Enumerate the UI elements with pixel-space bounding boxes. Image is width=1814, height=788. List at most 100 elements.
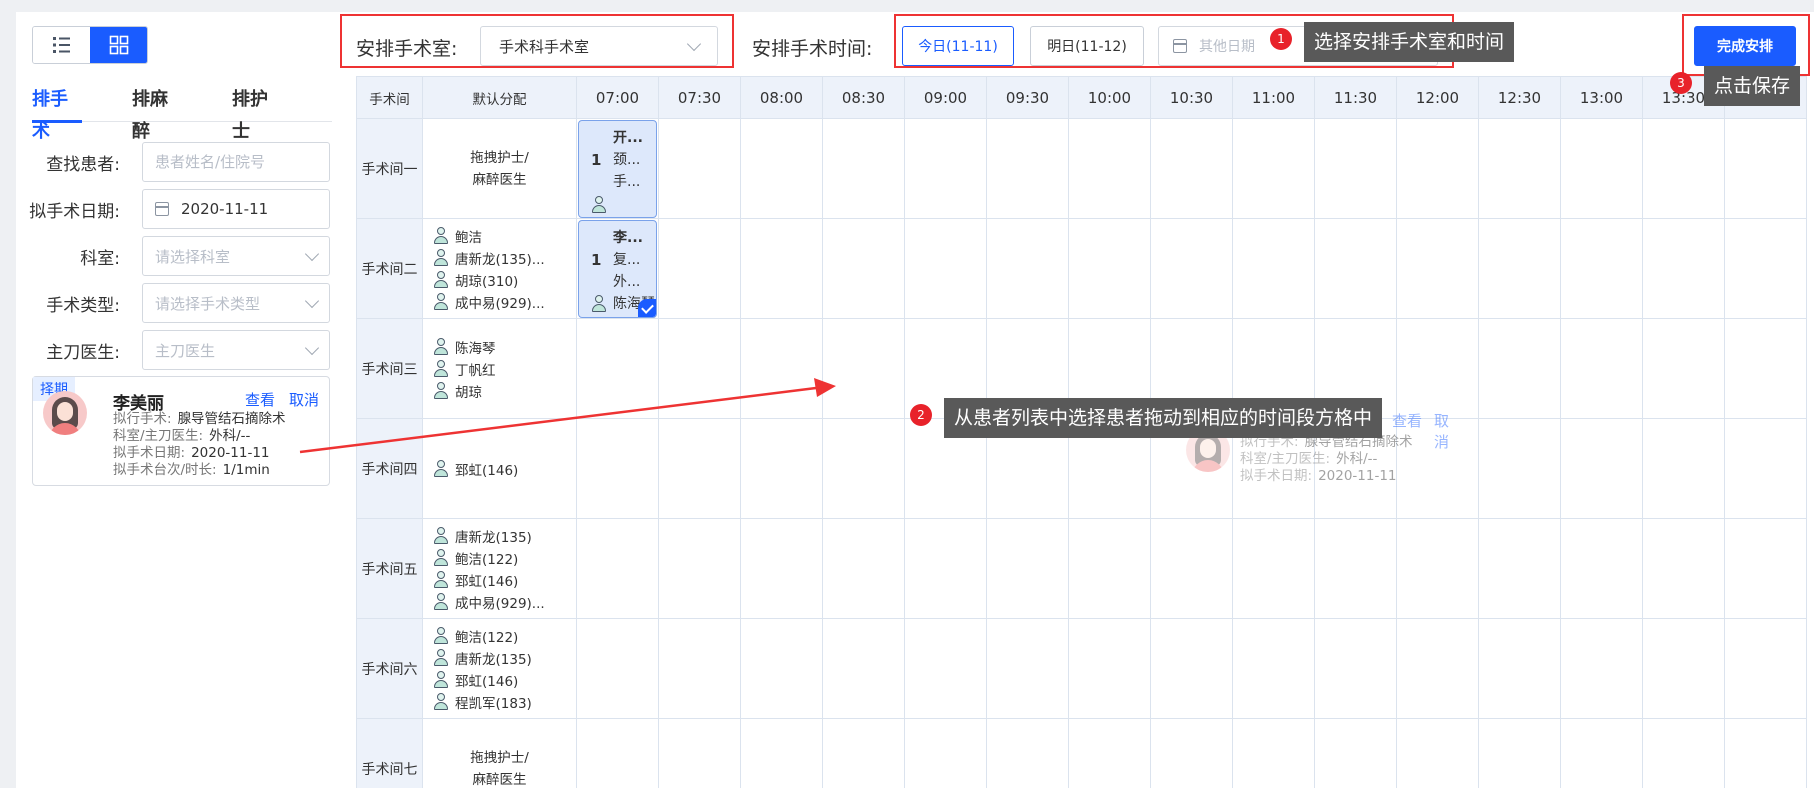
- default-assignment-cell[interactable]: 拖拽护士/ 麻醉医生: [422, 718, 577, 788]
- surgery-card[interactable]: 1 李... 复... 外... 陈海琴: [578, 220, 657, 318]
- time-slot-cell[interactable]: [1314, 718, 1397, 788]
- time-slot-cell[interactable]: [658, 218, 741, 319]
- time-slot-cell[interactable]: [1068, 518, 1151, 619]
- time-slot-cell[interactable]: [1478, 718, 1561, 788]
- time-slot-cell[interactable]: [740, 318, 823, 419]
- staff-item[interactable]: 郅虹(146): [433, 458, 566, 480]
- time-slot-cell[interactable]: [576, 718, 659, 788]
- staff-item[interactable]: 鲍洁(122): [433, 547, 566, 569]
- surgery-card[interactable]: 1 开... 颈... 手...: [578, 120, 657, 218]
- time-slot-cell[interactable]: [1560, 318, 1643, 419]
- time-slot-cell[interactable]: [1642, 218, 1725, 319]
- time-slot-cell[interactable]: [740, 118, 823, 219]
- tab-nurse[interactable]: 排护士: [232, 84, 282, 142]
- time-slot-cell[interactable]: [1314, 118, 1397, 219]
- time-slot-cell[interactable]: [1642, 518, 1725, 619]
- time-slot-cell[interactable]: [904, 218, 987, 319]
- time-slot-cell[interactable]: [1560, 418, 1643, 519]
- time-slot-cell[interactable]: [576, 518, 659, 619]
- time-slot-cell[interactable]: [1396, 718, 1479, 788]
- time-slot-cell[interactable]: [1478, 118, 1561, 219]
- time-slot-cell[interactable]: [1642, 318, 1725, 419]
- tomorrow-button[interactable]: 明日(11-12): [1030, 26, 1144, 66]
- staff-item[interactable]: 郅虹(146): [433, 669, 566, 691]
- time-slot-cell[interactable]: [658, 118, 741, 219]
- time-slot-cell[interactable]: [1724, 418, 1807, 519]
- time-slot-cell[interactable]: [576, 418, 659, 519]
- time-slot-cell[interactable]: [1724, 718, 1807, 788]
- time-slot-cell[interactable]: [1642, 618, 1725, 719]
- list-view-button[interactable]: [33, 27, 90, 63]
- time-slot-cell[interactable]: [822, 518, 905, 619]
- time-slot-cell[interactable]: [1396, 618, 1479, 719]
- time-slot-cell[interactable]: [1314, 618, 1397, 719]
- time-slot-cell[interactable]: [822, 718, 905, 788]
- patient-search-input[interactable]: [155, 153, 317, 171]
- time-slot-cell[interactable]: [1396, 118, 1479, 219]
- room-select[interactable]: 手术科手术室: [480, 26, 718, 66]
- time-slot-cell[interactable]: [1150, 518, 1233, 619]
- date-field[interactable]: 2020-11-11: [142, 189, 330, 229]
- staff-item[interactable]: 郅虹(146): [433, 569, 566, 591]
- time-slot-cell[interactable]: [904, 118, 987, 219]
- time-slot-cell[interactable]: [658, 718, 741, 788]
- time-slot-cell[interactable]: [1232, 618, 1315, 719]
- time-slot-cell[interactable]: [1642, 718, 1725, 788]
- staff-item[interactable]: 陈海琴: [433, 336, 566, 358]
- surgeon-select[interactable]: 主刀医生: [142, 330, 330, 370]
- finish-button[interactable]: 完成安排: [1694, 26, 1796, 66]
- time-slot-cell[interactable]: [658, 618, 741, 719]
- time-slot-cell[interactable]: [1068, 618, 1151, 719]
- default-assignment-cell[interactable]: 拖拽护士/ 麻醉医生: [422, 118, 577, 219]
- time-slot-cell[interactable]: [986, 518, 1069, 619]
- time-slot-cell[interactable]: [986, 718, 1069, 788]
- default-assignment-cell[interactable]: 唐新龙(135) 鲍洁(122) 郅虹(146) 成中易(929)...: [422, 518, 577, 619]
- time-slot-cell[interactable]: [576, 618, 659, 719]
- staff-item[interactable]: 唐新龙(135): [433, 647, 566, 669]
- staff-item[interactable]: 鲍洁(122): [433, 625, 566, 647]
- time-slot-cell[interactable]: [658, 518, 741, 619]
- time-slot-cell[interactable]: [1396, 218, 1479, 319]
- staff-item[interactable]: 丁帆红: [433, 358, 566, 380]
- time-slot-cell[interactable]: [1724, 118, 1807, 219]
- grid-view-button[interactable]: [90, 27, 147, 63]
- time-slot-cell[interactable]: [986, 118, 1069, 219]
- dept-select[interactable]: 请选择科室: [142, 236, 330, 276]
- time-slot-cell[interactable]: [904, 718, 987, 788]
- time-slot-cell[interactable]: [1724, 618, 1807, 719]
- time-slot-cell[interactable]: [1314, 518, 1397, 619]
- time-slot-cell[interactable]: [904, 518, 987, 619]
- type-select[interactable]: 请选择手术类型: [142, 283, 330, 323]
- time-slot-cell[interactable]: [1232, 518, 1315, 619]
- time-slot-cell[interactable]: [1560, 518, 1643, 619]
- time-slot-cell[interactable]: [986, 618, 1069, 719]
- time-slot-cell[interactable]: [1560, 218, 1643, 319]
- staff-item[interactable]: 胡琼: [433, 380, 566, 402]
- tab-anesthesia[interactable]: 排麻醉: [132, 84, 182, 142]
- staff-item[interactable]: 胡琼(310): [433, 269, 566, 291]
- time-slot-cell[interactable]: [740, 418, 823, 519]
- time-slot-cell[interactable]: [1150, 618, 1233, 719]
- staff-item[interactable]: 程凯军(183): [433, 691, 566, 713]
- time-slot-cell[interactable]: [1560, 718, 1643, 788]
- time-slot-cell[interactable]: [1068, 718, 1151, 788]
- staff-item[interactable]: 成中易(929)...: [433, 591, 566, 613]
- time-slot-cell[interactable]: [740, 618, 823, 719]
- time-slot-cell[interactable]: [822, 218, 905, 319]
- staff-item[interactable]: 唐新龙(135): [433, 525, 566, 547]
- time-slot-cell[interactable]: [1560, 618, 1643, 719]
- time-slot-cell[interactable]: [1478, 218, 1561, 319]
- cancel-link[interactable]: 取消: [289, 389, 319, 410]
- time-slot-cell[interactable]: [904, 618, 987, 719]
- tab-surgery[interactable]: 排手术: [32, 84, 82, 142]
- time-slot-cell[interactable]: [576, 318, 659, 419]
- default-assignment-cell[interactable]: 郅虹(146): [422, 418, 577, 519]
- time-slot-cell[interactable]: [822, 418, 905, 519]
- time-slot-cell[interactable]: [986, 218, 1069, 319]
- time-slot-cell[interactable]: [1724, 318, 1807, 419]
- time-slot-cell[interactable]: [1478, 518, 1561, 619]
- time-slot-cell[interactable]: [822, 618, 905, 719]
- time-slot-cell[interactable]: [1478, 318, 1561, 419]
- time-slot-cell[interactable]: [740, 518, 823, 619]
- default-assignment-cell[interactable]: 陈海琴 丁帆红 胡琼: [422, 318, 577, 419]
